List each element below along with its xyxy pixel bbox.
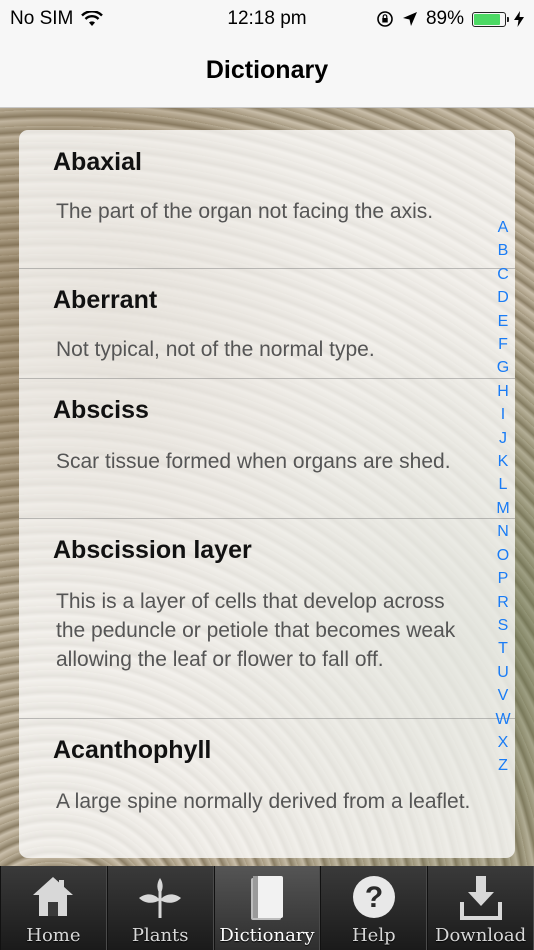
page-title: Dictionary xyxy=(205,56,329,84)
entry-definition: The part of the organ not facing the axi… xyxy=(56,200,434,223)
index-letter-v[interactable]: V xyxy=(498,684,509,707)
tab-home[interactable]: Home xyxy=(0,866,107,950)
entry-definition: Not typical, not of the normal type. xyxy=(56,338,375,361)
index-letter-j[interactable]: J xyxy=(499,427,507,450)
location-icon xyxy=(402,11,418,27)
index-letter-i[interactable]: I xyxy=(501,403,505,426)
status-right: 89% xyxy=(376,8,524,30)
tab-label: Dictionary xyxy=(219,925,315,946)
list-item[interactable]: Abaxial The part of the organ not facing… xyxy=(19,130,515,269)
index-letter-d[interactable]: D xyxy=(497,286,509,309)
entry-term: Absciss xyxy=(53,396,149,424)
index-letter-s[interactable]: S xyxy=(498,614,509,637)
plant-icon xyxy=(137,874,183,920)
list-item[interactable]: Aberrant Not typical, not of the normal … xyxy=(19,268,515,379)
list-item[interactable]: Absciss Scar tissue formed when organs a… xyxy=(19,378,515,519)
tab-dictionary[interactable]: Dictionary xyxy=(213,866,321,950)
tab-label: Download xyxy=(435,925,527,946)
dictionary-list[interactable]: Abaxial The part of the organ not facing… xyxy=(19,130,515,858)
lock-rotation-icon xyxy=(376,10,394,28)
navigation-bar: Dictionary xyxy=(0,38,534,108)
entry-term: Acanthophyll xyxy=(53,736,212,764)
help-icon: ? xyxy=(351,874,397,920)
index-letter-z[interactable]: Z xyxy=(498,754,508,777)
download-icon xyxy=(458,874,504,920)
entry-definition: A large spine normally derived from a le… xyxy=(56,790,471,813)
entry-term: Aberrant xyxy=(53,286,158,314)
index-letter-r[interactable]: R xyxy=(497,591,509,614)
battery-level xyxy=(474,13,501,25)
list-item[interactable]: Acanthophyll A large spine normally deri… xyxy=(19,718,515,858)
status-bar: No SIM 12:18 pm 89% xyxy=(0,0,534,38)
battery-icon xyxy=(472,11,509,27)
section-index[interactable]: ABCDEFGHIJKLMNOPRSTUVWXZ xyxy=(490,216,516,778)
index-letter-n[interactable]: N xyxy=(497,520,509,543)
index-letter-l[interactable]: L xyxy=(499,473,508,496)
index-letter-k[interactable]: K xyxy=(498,450,509,473)
tab-download[interactable]: Download xyxy=(427,866,534,950)
tab-label: Plants xyxy=(131,925,189,946)
tab-bar: Home Plants Dictionary ? Help Download xyxy=(0,866,534,950)
index-letter-t[interactable]: T xyxy=(498,637,508,660)
book-icon xyxy=(247,874,287,922)
index-letter-u[interactable]: U xyxy=(497,661,509,684)
list-item[interactable]: Abscission layer This is a layer of cell… xyxy=(19,518,515,719)
index-letter-p[interactable]: P xyxy=(498,567,509,590)
index-letter-f[interactable]: F xyxy=(498,333,508,356)
index-letter-a[interactable]: A xyxy=(498,216,509,239)
index-letter-o[interactable]: O xyxy=(497,544,509,567)
charging-icon xyxy=(514,11,524,27)
index-letter-h[interactable]: H xyxy=(497,380,509,403)
entry-definition: This is a layer of cells that develop ac… xyxy=(56,590,456,671)
index-letter-g[interactable]: G xyxy=(497,356,509,379)
tab-label: Help xyxy=(351,925,396,946)
tab-help[interactable]: ? Help xyxy=(320,866,428,950)
index-letter-x[interactable]: X xyxy=(498,731,509,754)
index-letter-m[interactable]: M xyxy=(496,497,509,520)
index-letter-b[interactable]: B xyxy=(498,239,509,262)
index-letter-e[interactable]: E xyxy=(498,310,509,333)
index-letter-w[interactable]: W xyxy=(495,708,510,731)
index-letter-c[interactable]: C xyxy=(497,263,509,286)
svg-text:?: ? xyxy=(365,881,383,914)
entry-definition: Scar tissue formed when organs are shed. xyxy=(56,450,451,473)
home-icon xyxy=(30,874,76,918)
entry-term: Abaxial xyxy=(53,148,142,176)
battery-percent: 89% xyxy=(425,8,464,29)
entry-term: Abscission layer xyxy=(53,536,252,564)
tab-plants[interactable]: Plants xyxy=(106,866,214,950)
tab-label: Home xyxy=(26,925,81,946)
